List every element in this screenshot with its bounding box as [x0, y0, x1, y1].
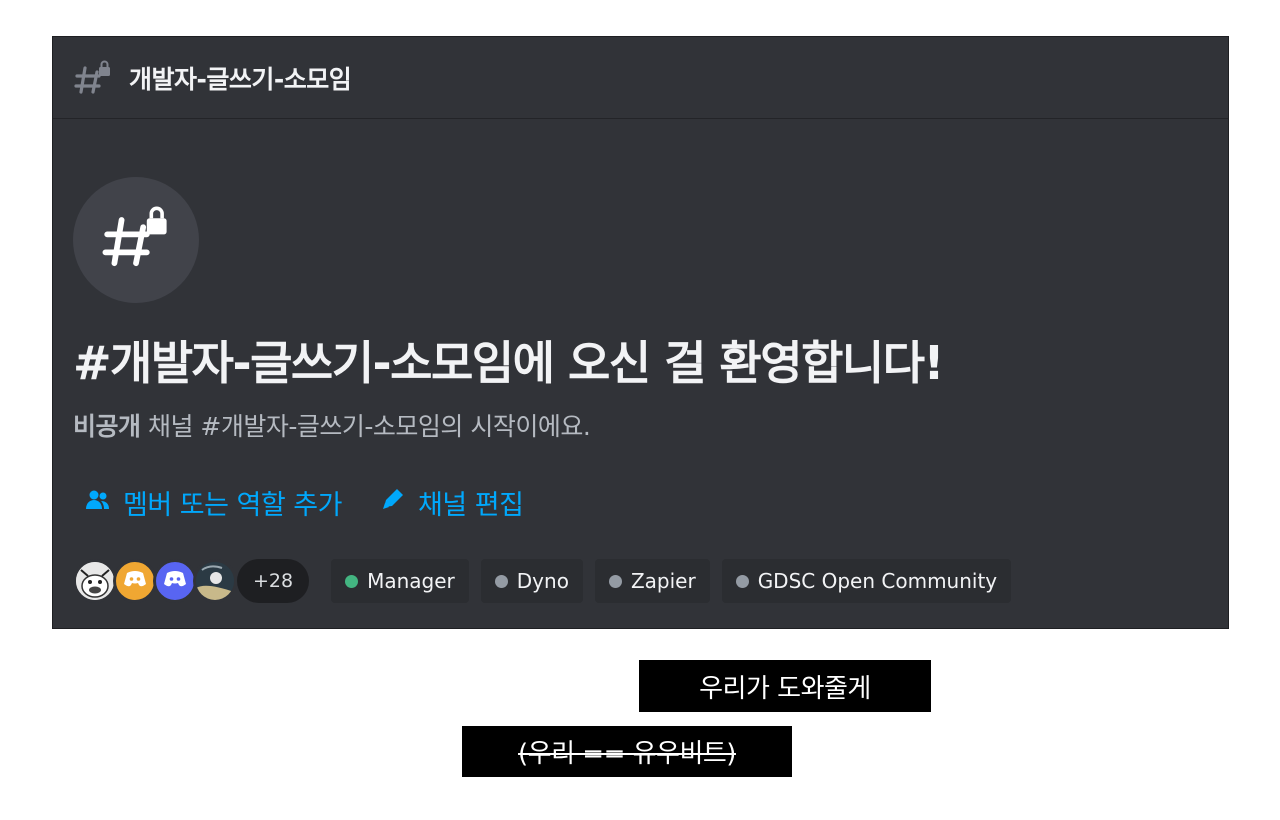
avatar[interactable]: [113, 559, 157, 603]
role-label: Manager: [367, 569, 455, 593]
caption-line-1: 우리가 도와줄게: [639, 660, 931, 712]
add-members-button[interactable]: 멤버 또는 역할 추가: [85, 483, 342, 522]
more-members-count[interactable]: +28: [237, 559, 310, 603]
edit-channel-button[interactable]: 채널 편집: [380, 483, 524, 522]
pencil-icon: [380, 487, 418, 518]
subtitle-text: 채널 #개발자-글쓰기-소모임의 시작이에요.: [140, 412, 591, 441]
welcome-subtitle: 비공개 채널 #개발자-글쓰기-소모임의 시작이에요.: [73, 407, 591, 443]
member-row: +28 Manager Dyno Zapier GDSC Open Commun…: [73, 559, 1023, 603]
edit-channel-label: 채널 편집: [417, 490, 524, 521]
avatar[interactable]: [153, 559, 197, 603]
role-list: Manager Dyno Zapier GDSC Open Community: [331, 559, 1023, 603]
channel-title: 개발자-글쓰기-소모임: [129, 64, 352, 94]
welcome-heading: #개발자-글쓰기-소모임에 오신 걸 환영합니다!: [73, 336, 945, 390]
people-icon: [85, 487, 123, 518]
role-label: Dyno: [516, 569, 569, 593]
add-members-label: 멤버 또는 역할 추가: [123, 490, 342, 521]
role-tag[interactable]: Zapier: [594, 559, 710, 603]
hash-lock-icon: [73, 58, 113, 98]
role-label: GDSC Open Community: [757, 569, 998, 593]
role-color-dot: [608, 574, 622, 588]
channel-icon-large: [73, 177, 199, 303]
role-label: Zapier: [630, 569, 696, 593]
channel-header: 개발자-글쓰기-소모임: [53, 37, 1228, 119]
role-tag[interactable]: Dyno: [480, 559, 583, 603]
discord-logo-icon: [123, 570, 147, 592]
role-color-dot: [494, 574, 508, 588]
avatar[interactable]: [193, 559, 237, 603]
role-color-dot: [735, 574, 749, 588]
welcome-actions: 멤버 또는 역할 추가 채널 편집: [85, 483, 524, 522]
discord-logo-icon: [163, 570, 187, 592]
avatar[interactable]: [73, 559, 117, 603]
private-label: 비공개: [73, 412, 141, 441]
role-tag[interactable]: Manager: [331, 559, 469, 603]
caption-line-2: (우리 == 유우비트): [462, 726, 792, 777]
channel-welcome-panel: 개발자-글쓰기-소모임 #개발자-글쓰기-소모임에 오신 걸 환영합니다! 비공…: [52, 36, 1229, 629]
hash-lock-icon: [100, 202, 172, 278]
role-tag[interactable]: GDSC Open Community: [721, 559, 1012, 603]
role-color-dot: [345, 574, 359, 588]
